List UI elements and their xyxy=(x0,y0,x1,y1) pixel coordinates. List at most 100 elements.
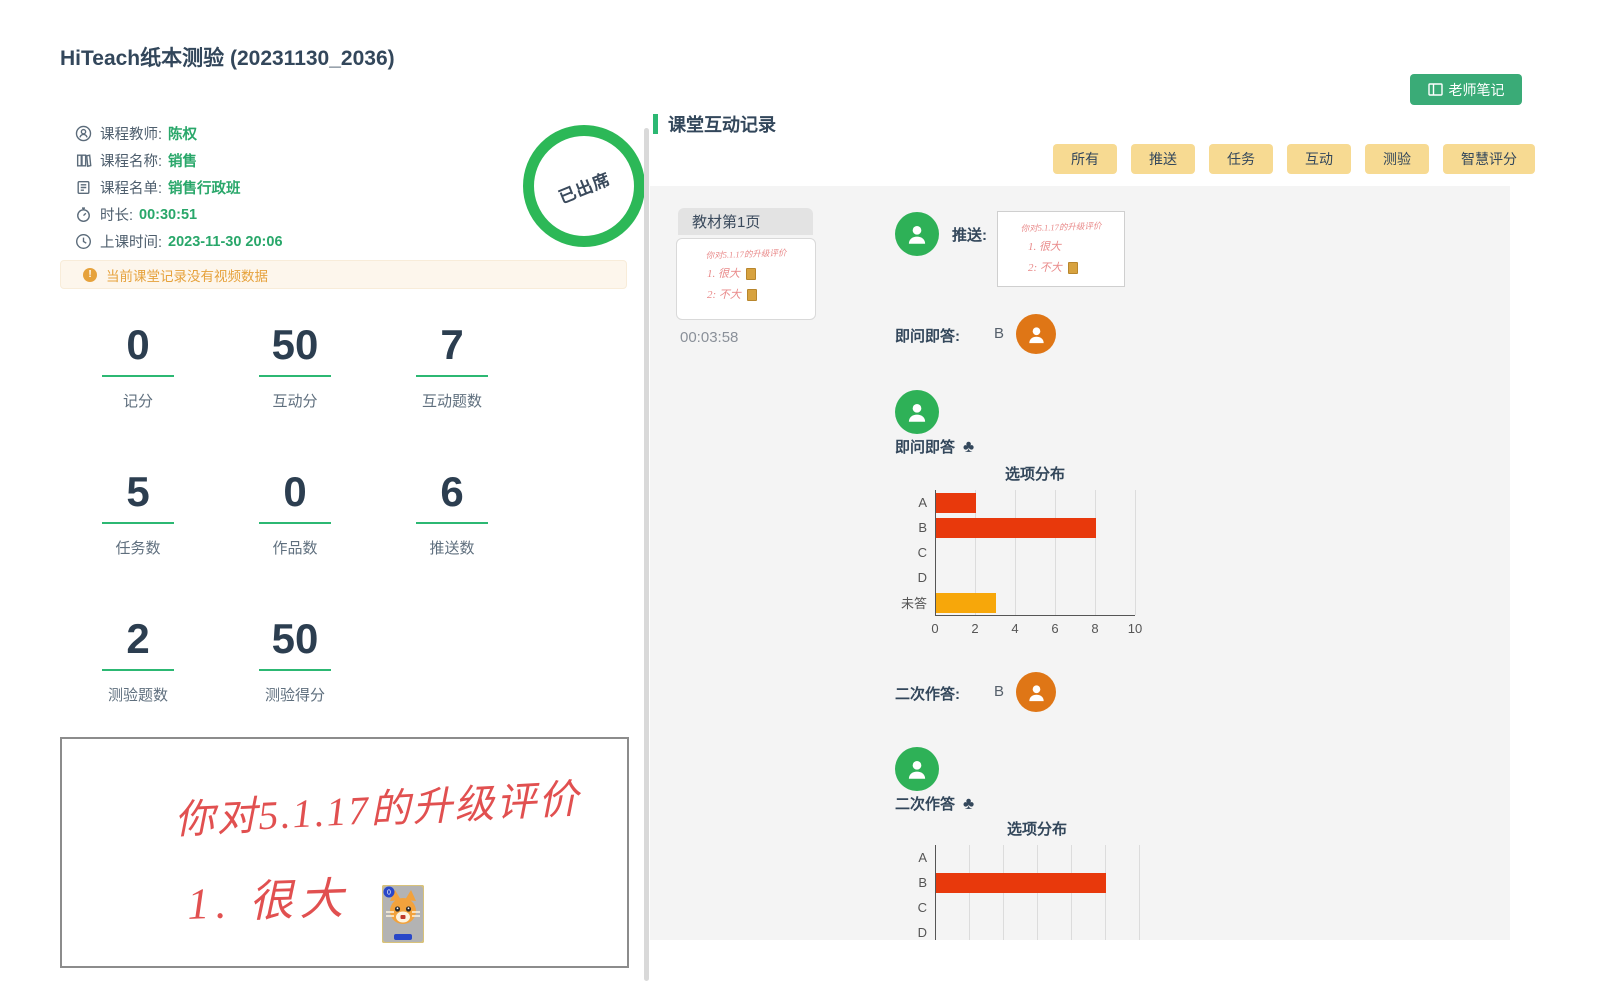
class-time-label: 上课时间: xyxy=(100,231,162,252)
stat-interaction-score: 50 互动分 xyxy=(225,322,365,411)
roster-icon xyxy=(75,179,92,196)
stat-value: 7 xyxy=(382,322,522,368)
course-teacher-row: 课程教师: 陈权 xyxy=(75,120,283,147)
attendance-badge: 已出席 xyxy=(523,125,645,247)
attendance-badge-text: 已出席 xyxy=(554,164,613,207)
group-avatar[interactable] xyxy=(895,390,939,434)
chart-row: D xyxy=(895,920,1179,940)
stat-underline xyxy=(102,375,174,377)
course-roster-value: 销售行政班 xyxy=(168,177,241,198)
stat-label: 记分 xyxy=(68,390,208,411)
chart-row: D xyxy=(895,565,1175,590)
chart-x-tick: 4 xyxy=(1011,621,1018,636)
filter-task[interactable]: 任务 xyxy=(1209,144,1273,174)
cat-sticker: 0 xyxy=(382,885,424,948)
stat-label: 推送数 xyxy=(382,537,522,558)
stat-label: 测验题数 xyxy=(68,684,208,705)
chart-row: A xyxy=(895,845,1179,870)
filter-interact[interactable]: 互动 xyxy=(1287,144,1351,174)
mini-hw-line-3: 2: 不大 xyxy=(707,289,741,301)
second-answer-value: B xyxy=(994,683,1004,700)
push-label: 推送: xyxy=(952,224,987,245)
chart-row: 未答 xyxy=(895,590,1175,615)
handwriting-line-2: 1. 很大 xyxy=(186,862,350,932)
push-thumbnail[interactable]: 你对5.1.17的升级评价 1. 很大 2: 不大 xyxy=(997,211,1125,287)
section-title: 课堂互动记录 xyxy=(668,111,776,137)
mini-hw-line-2: 1. 很大 xyxy=(1028,241,1061,253)
chart-row: B xyxy=(895,870,1179,895)
interaction-record-panel: 教材第1页 你对5.1.17的升级评价 1. 很大 2: 不大 00:03:58… xyxy=(650,186,1510,940)
chart-x-tick: 2 xyxy=(971,621,978,636)
chart-category-label: B xyxy=(895,875,927,890)
chart-category-label: 未答 xyxy=(895,593,927,612)
student-avatar[interactable] xyxy=(1016,672,1056,712)
stat-underline xyxy=(102,522,174,524)
course-teacher-label: 课程教师: xyxy=(100,123,162,144)
filter-smart-score[interactable]: 智慧评分 xyxy=(1443,144,1535,174)
course-name-row: 课程名称: 销售 xyxy=(75,147,283,174)
second-answer-title-text: 二次作答 xyxy=(895,796,955,813)
material-timestamp: 00:03:58 xyxy=(680,329,738,346)
instant-qa-title: 即问即答♣ xyxy=(895,436,974,457)
option-distribution-plot-2: ABCD xyxy=(895,845,1179,940)
course-icon xyxy=(75,152,92,169)
class-time-row: 上课时间: 2023-11-30 20:06 xyxy=(75,228,283,255)
stat-label: 互动分 xyxy=(225,390,365,411)
option-distribution-chart-2: 选项分布 ABCD xyxy=(895,818,1179,940)
stat-value: 5 xyxy=(68,469,208,515)
person-icon xyxy=(1025,323,1048,346)
stat-underline xyxy=(416,375,488,377)
chart-row: B xyxy=(895,515,1175,540)
chart-category-label: B xyxy=(895,520,927,535)
stat-quiz-score: 50 测验得分 xyxy=(225,616,365,705)
push-thumbnail-handwriting: 你对5.1.17的升级评价 1. 很大 2: 不大 xyxy=(998,221,1124,287)
stat-underline xyxy=(259,669,331,671)
stat-pushes: 6 推送数 xyxy=(382,469,522,558)
student-avatar[interactable] xyxy=(1016,314,1056,354)
chart-x-tick: 8 xyxy=(1091,621,1098,636)
material-page-thumbnail[interactable]: 你对5.1.17的升级评价 1. 很大 2: 不大 xyxy=(676,238,816,320)
instant-qa-title-text: 即问即答 xyxy=(895,439,955,456)
material-page-tab[interactable]: 教材第1页 xyxy=(678,208,813,235)
cat-sticker-mini xyxy=(747,289,757,301)
club-icon: ♣ xyxy=(963,794,974,813)
course-roster-label: 课程名单: xyxy=(100,177,162,198)
instant-qa-label: 即问即答: xyxy=(895,325,960,346)
warning-text: 当前课堂记录没有视频数据 xyxy=(106,265,268,285)
chart-category-label: D xyxy=(895,925,927,940)
class-time-value: 2023-11-30 20:06 xyxy=(168,234,283,250)
stat-underline xyxy=(416,522,488,524)
option-distribution-chart-1: 选项分布 ABCD未答0246810 xyxy=(895,463,1175,615)
filter-row: 所有 推送 任务 互动 测验 智慧评分 xyxy=(1053,144,1535,174)
option-distribution-plot-1: ABCD未答0246810 xyxy=(895,490,1175,615)
stat-value: 0 xyxy=(68,322,208,368)
mini-hw-line-1: 你对5.1.17的升级评价 xyxy=(998,219,1124,235)
filter-quiz[interactable]: 测验 xyxy=(1365,144,1429,174)
mini-hw-line-3: 2: 不大 xyxy=(1028,262,1062,274)
filter-all[interactable]: 所有 xyxy=(1053,144,1117,174)
duration-row: 时长: 00:30:51 xyxy=(75,201,283,228)
course-roster-row: 课程名单: 销售行政班 xyxy=(75,174,283,201)
teacher-notes-button[interactable]: 老师笔记 xyxy=(1410,74,1522,105)
chart-x-tick: 0 xyxy=(931,621,938,636)
section-accent-bar xyxy=(653,114,658,134)
filter-push[interactable]: 推送 xyxy=(1131,144,1195,174)
mini-hw-line-1: 你对5.1.17的升级评价 xyxy=(677,246,815,263)
material-thumbnail-handwriting: 你对5.1.17的升级评价 1. 很大 2: 不大 xyxy=(677,248,815,320)
course-teacher-value: 陈权 xyxy=(168,123,197,144)
instant-qa-answer: B xyxy=(994,325,1004,342)
hiteach-report-page: HiTeach纸本测验 (20231130_2036) 课程教师: 陈权 课程名… xyxy=(0,0,1600,981)
stat-quiz-questions: 2 测验题数 xyxy=(68,616,208,705)
left-panel-scrollbar[interactable] xyxy=(644,128,649,981)
stat-underline xyxy=(259,522,331,524)
stat-value: 0 xyxy=(225,469,365,515)
stat-underline xyxy=(259,375,331,377)
chart-bar xyxy=(936,518,1096,538)
stat-label: 互动题数 xyxy=(382,390,522,411)
group-avatar[interactable] xyxy=(895,747,939,791)
warning-icon: ! xyxy=(83,268,97,282)
stat-label: 作品数 xyxy=(225,537,365,558)
course-info-list: 课程教师: 陈权 课程名称: 销售 课程名单: 销售行政班 xyxy=(75,120,283,255)
person-icon xyxy=(904,399,930,425)
group-avatar[interactable] xyxy=(895,212,939,256)
